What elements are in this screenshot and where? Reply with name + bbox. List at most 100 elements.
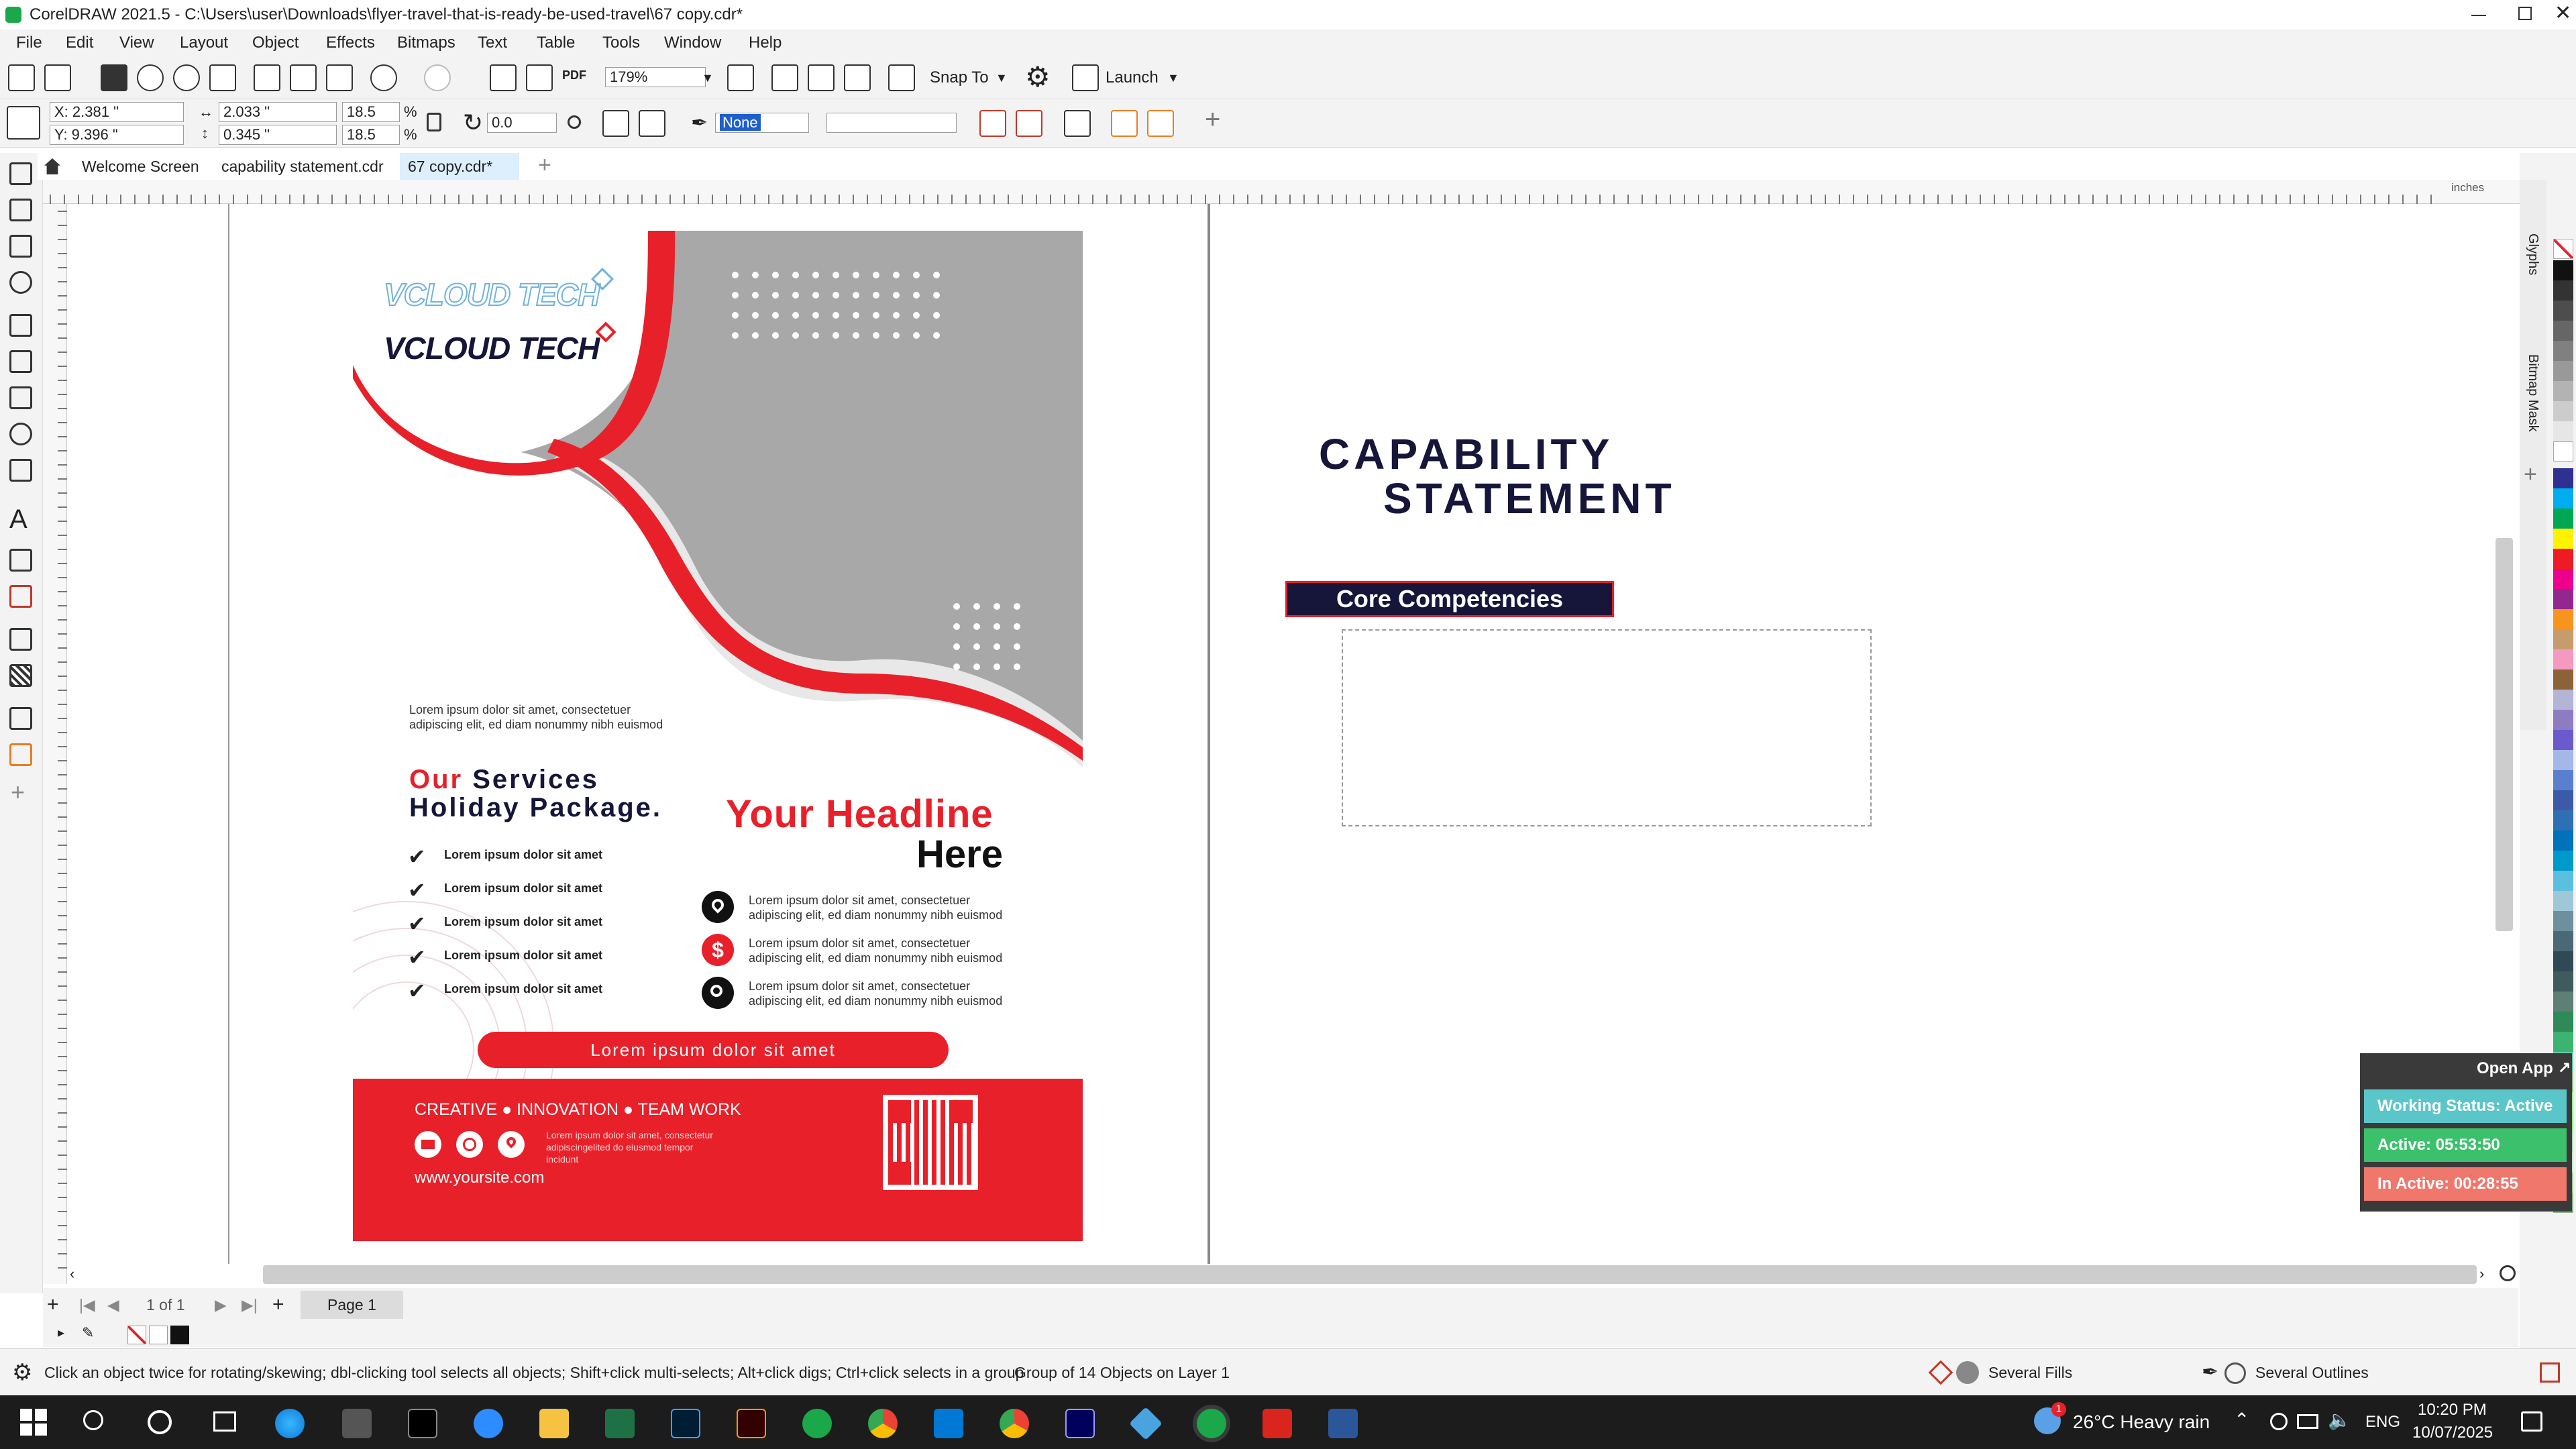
color-swatch[interactable] <box>2553 1012 2573 1032</box>
menu-effects[interactable]: Effects <box>326 30 375 56</box>
save-icon[interactable] <box>101 64 127 91</box>
text-frame[interactable] <box>1342 629 1872 826</box>
color-swatch[interactable] <box>2553 991 2573 1012</box>
close-icon[interactable]: ✕ <box>2555 0 2571 27</box>
color-manager-icon[interactable] <box>2540 1362 2560 1383</box>
crop-tool-icon[interactable] <box>9 235 32 258</box>
page-tab-1[interactable]: Page 1 <box>301 1291 403 1319</box>
add-page-end-icon[interactable]: + <box>272 1288 284 1322</box>
rotation-center-icon[interactable] <box>568 115 581 129</box>
tab-welcome-screen[interactable]: Welcome Screen <box>74 153 207 180</box>
language-indicator[interactable]: ENG <box>2365 1413 2400 1432</box>
text-wrap-icon[interactable] <box>1064 110 1091 137</box>
outline-width-field[interactable]: None <box>715 113 809 133</box>
color-swatch[interactable] <box>2553 401 2573 421</box>
color-swatch[interactable] <box>2553 421 2573 441</box>
windows-start-icon[interactable] <box>20 1409 47 1436</box>
menu-file[interactable]: File <box>16 30 42 56</box>
no-color-swatch[interactable] <box>2553 239 2573 259</box>
bitmap-mask-docker-tab[interactable]: Bitmap Mask <box>2525 354 2540 432</box>
search-icon[interactable] <box>83 1410 103 1430</box>
open-icon[interactable] <box>44 64 71 91</box>
menu-object[interactable]: Object <box>252 30 299 56</box>
menu-help[interactable]: Help <box>749 30 782 56</box>
menu-layout[interactable]: Layout <box>180 30 228 56</box>
zoom-tool-icon[interactable] <box>9 271 32 294</box>
notification-center-icon[interactable] <box>2521 1411 2542 1432</box>
gear-icon[interactable]: ⚙ <box>1025 60 1051 93</box>
menu-view[interactable]: View <box>119 30 154 56</box>
color-swatch[interactable] <box>2553 341 2573 361</box>
display-icon[interactable] <box>2297 1414 2318 1429</box>
add-docker-icon[interactable]: + <box>2524 462 2537 488</box>
cloud-upload-icon[interactable] <box>137 64 164 91</box>
text-tool-icon[interactable]: A <box>9 504 28 535</box>
rulers-icon[interactable] <box>771 64 798 91</box>
eyedropper-icon[interactable]: ✎ <box>82 1324 94 1342</box>
pen-app-icon[interactable] <box>342 1409 372 1438</box>
gear-icon[interactable]: ⚙ <box>12 1349 32 1396</box>
color-swatch[interactable] <box>2553 260 2573 280</box>
launch-dropdown-icon[interactable]: ▼ <box>1167 71 1179 85</box>
horizontal-ruler[interactable]: inches <box>43 180 2525 204</box>
launch-icon[interactable] <box>1072 64 1099 91</box>
color-swatch[interactable] <box>2553 971 2573 991</box>
to-back-icon[interactable] <box>1147 110 1174 137</box>
zoom-icon[interactable] <box>474 1409 503 1438</box>
premiere-icon[interactable] <box>1065 1409 1095 1438</box>
no-color-swatch[interactable] <box>127 1326 146 1344</box>
color-swatch[interactable] <box>2553 529 2573 549</box>
edge-icon[interactable] <box>275 1409 305 1438</box>
color-swatch[interactable] <box>2553 549 2573 569</box>
horizontal-scrollbar[interactable] <box>263 1265 2477 1284</box>
new-tab-icon[interactable]: + <box>538 152 551 178</box>
export-icon[interactable] <box>526 64 553 91</box>
mirror-vertical-icon[interactable] <box>639 110 665 137</box>
coreldraw-active-icon[interactable] <box>1197 1409 1226 1438</box>
weather-text[interactable]: 26°C Heavy rain <box>2073 1411 2210 1433</box>
color-swatch[interactable] <box>2553 871 2573 891</box>
color-swatch[interactable] <box>2553 569 2573 589</box>
object-origin-icon[interactable] <box>7 106 40 140</box>
scroll-right-icon[interactable]: › <box>2479 1265 2484 1283</box>
color-swatch[interactable] <box>2553 441 2573 462</box>
color-swatch[interactable] <box>2553 508 2573 529</box>
menu-bitmaps[interactable]: Bitmaps <box>397 30 455 56</box>
color-swatch[interactable] <box>2553 790 2573 810</box>
line-style-field[interactable] <box>826 113 957 133</box>
scroll-left-icon[interactable]: ‹ <box>70 1265 74 1283</box>
add-page-icon[interactable]: + <box>47 1288 59 1322</box>
vertical-ruler[interactable] <box>43 204 67 1284</box>
x-position-field[interactable]: X: 2.381 " <box>50 102 184 122</box>
pick-tool-icon[interactable] <box>9 162 32 185</box>
chrome-profile-icon[interactable] <box>1000 1409 1029 1438</box>
acrobat-icon[interactable] <box>1263 1409 1292 1438</box>
to-front-icon[interactable] <box>1111 110 1138 137</box>
transparency-icon[interactable] <box>9 664 32 687</box>
scale-width-field[interactable]: 18.5 <box>342 102 400 122</box>
color-swatch[interactable] <box>2553 931 2573 951</box>
import-icon[interactable] <box>490 64 517 91</box>
color-swatch[interactable] <box>2553 750 2573 770</box>
undo-icon[interactable] <box>370 64 397 91</box>
color-swatch[interactable] <box>2553 589 2573 609</box>
color-swatch[interactable] <box>2553 321 2573 341</box>
capability-title-1[interactable]: CAPABILITY <box>1319 429 1613 479</box>
color-swatch[interactable] <box>2553 1032 2573 1052</box>
zoom-field[interactable]: 179% <box>605 67 706 87</box>
width-field[interactable]: 2.033 " <box>219 102 337 122</box>
color-swatch[interactable] <box>2553 770 2573 790</box>
new-document-icon[interactable] <box>8 64 35 91</box>
glyphs-docker-tab[interactable]: Glyphs <box>2525 233 2540 275</box>
minimize-icon[interactable] <box>2471 15 2486 16</box>
freehand-tool-icon[interactable] <box>9 314 32 337</box>
color-swatch[interactable] <box>2553 810 2573 830</box>
lock-ratio-icon[interactable] <box>427 113 441 131</box>
artistic-media-icon[interactable] <box>9 350 32 373</box>
terminal-icon[interactable] <box>408 1409 437 1438</box>
color-swatch[interactable] <box>2553 951 2573 971</box>
drawing-canvas[interactable]: VCLOUD TECH VCLOUD TECH Lorem ipsum dolo… <box>67 204 2522 1267</box>
guidelines-icon[interactable] <box>844 64 871 91</box>
vscode-icon[interactable] <box>934 1409 963 1438</box>
first-page-icon[interactable]: |◀ <box>79 1288 95 1322</box>
